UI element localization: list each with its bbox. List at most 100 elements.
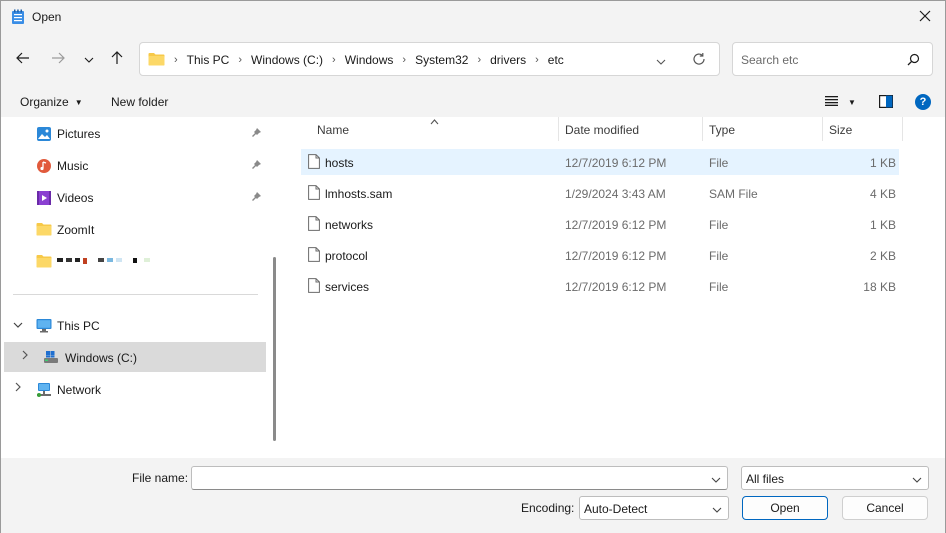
chevron-right-icon[interactable] [22,350,28,363]
chevron-right-icon[interactable]: › [529,54,545,66]
file-row[interactable]: protocol 12/7/2019 6:12 PM File 2 KB [301,242,899,268]
column-divider[interactable] [902,117,903,141]
column-header-size[interactable]: Size [829,123,852,137]
chevron-down-icon [712,502,722,516]
sidebar-item-zoomit[interactable]: ZoomIt [1,214,266,244]
organize-button[interactable]: Organize ▼ [20,95,83,109]
music-icon [36,158,52,174]
back-button[interactable] [12,48,34,70]
open-dialog: Open › This PC › Windows (C:) › Windows … [0,0,946,533]
search-input[interactable]: Search etc [732,42,933,76]
chevron-right-icon[interactable]: › [232,54,248,66]
nav-scrollbar[interactable] [273,257,276,441]
arrow-right-icon [51,52,65,67]
command-bar: Organize ▼ New folder ▼ ? [1,87,945,117]
file-size: 18 KB [863,280,896,294]
pin-icon [251,159,262,173]
sidebar-item-this-pc[interactable]: This PC [1,310,266,340]
file-name: protocol [325,249,368,263]
column-header-type[interactable]: Type [709,123,735,137]
title-bar: Open [1,1,945,33]
sidebar-item-label: ZoomIt [57,223,95,237]
encoding-value: Auto-Detect [584,502,648,516]
navigation-bar: › This PC › Windows (C:) › Windows › Sys… [1,33,945,87]
file-type: File [709,280,729,294]
close-button[interactable] [911,5,939,29]
pictures-icon [36,126,52,142]
open-button[interactable]: Open [742,496,828,520]
column-divider[interactable] [822,117,823,141]
breadcrumb-system32[interactable]: System32 [412,53,471,67]
file-size: 2 KB [869,249,896,263]
chevron-right-icon[interactable] [15,382,21,395]
sidebar-item-music[interactable]: Music [1,150,266,180]
redacted-label [57,258,150,264]
new-folder-button[interactable]: New folder [111,95,168,109]
encoding-select[interactable]: Auto-Detect [579,496,729,520]
address-history-button[interactable] [656,54,666,68]
file-row[interactable]: lmhosts.sam 1/29/2024 3:43 AM SAM File 4… [301,180,899,206]
folder-icon [148,52,165,69]
chevron-right-icon[interactable]: › [471,54,487,66]
file-row[interactable]: networks 12/7/2019 6:12 PM File 1 KB [301,211,899,237]
file-type: SAM File [709,187,758,201]
refresh-icon[interactable] [692,52,706,69]
sidebar-item-label: Network [57,383,102,397]
file-name: services [325,280,370,294]
breadcrumb-this-pc[interactable]: This PC [184,53,233,67]
sidebar-item-windows-drive[interactable]: Windows (C:) [4,342,266,372]
caret-down-icon: ▼ [848,97,856,107]
file-date: 12/7/2019 6:12 PM [565,156,667,170]
file-icon [308,216,320,234]
drive-icon [43,350,59,366]
sidebar-item-pictures[interactable]: Pictures [1,118,266,148]
forward-button[interactable] [47,48,69,70]
chevron-right-icon[interactable]: › [396,54,412,66]
pin-icon [251,191,262,205]
change-view-button[interactable]: ▼ [825,95,856,109]
close-icon [919,10,931,25]
search-icon [907,53,920,69]
window-title: Open [32,10,62,24]
sidebar-item-redacted[interactable] [1,246,266,276]
computer-icon [36,318,52,334]
file-type: File [709,218,729,232]
organize-label: Organize [20,95,69,109]
column-header-date-modified[interactable]: Date modified [565,123,639,137]
file-type: File [709,156,729,170]
address-bar[interactable]: › This PC › Windows (C:) › Windows › Sys… [139,42,720,76]
arrow-left-icon [16,52,30,67]
file-date: 12/7/2019 6:12 PM [565,218,667,232]
breadcrumb-drivers[interactable]: drivers [487,53,529,67]
file-name-input[interactable] [191,466,728,490]
chevron-down-icon[interactable] [13,320,23,331]
sidebar-item-network[interactable]: Network [1,374,266,404]
search-placeholder: Search etc [741,53,799,67]
file-size: 1 KB [869,156,896,170]
chevron-right-icon[interactable]: › [326,54,342,66]
breadcrumb-windows[interactable]: Windows [342,53,397,67]
help-button[interactable]: ? [915,94,931,110]
sidebar-item-videos[interactable]: Videos [1,182,266,212]
column-header-name[interactable]: Name [317,123,349,137]
file-list: Name Date modified Type Size hosts 12/7/… [284,117,945,458]
network-icon [36,382,52,398]
file-size: 4 KB [869,187,896,201]
pin-icon [251,127,262,141]
chevron-down-icon[interactable] [711,472,721,486]
preview-pane-button[interactable] [879,95,894,111]
sidebar-item-label: Pictures [57,127,101,141]
column-divider[interactable] [702,117,703,141]
recent-locations-button[interactable] [78,48,100,70]
preview-pane-icon [879,95,894,109]
column-divider[interactable] [558,117,559,141]
nav-divider [13,294,258,295]
file-date: 12/7/2019 6:12 PM [565,249,667,263]
up-button[interactable] [106,48,128,70]
file-row[interactable]: services 12/7/2019 6:12 PM File 18 KB [301,273,899,299]
file-row[interactable]: hosts 12/7/2019 6:12 PM File 1 KB [301,149,899,175]
cancel-button[interactable]: Cancel [842,496,928,520]
breadcrumb-etc[interactable]: etc [545,53,567,67]
breadcrumb-windows-drive[interactable]: Windows (C:) [248,53,326,67]
file-type-filter[interactable]: All files [741,466,929,490]
